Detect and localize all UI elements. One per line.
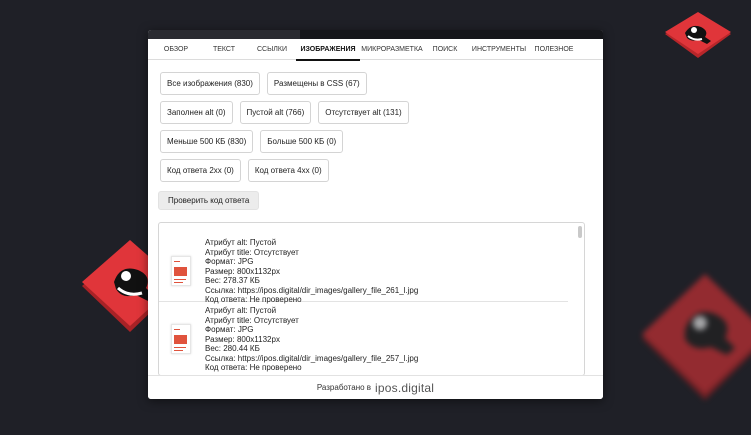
tab-tools[interactable]: Инструменты (466, 39, 532, 60)
tab-text[interactable]: Текст (200, 39, 248, 60)
list-item: Атрибут alt: Пустой Атрибут title: Отсут… (159, 223, 568, 304)
logo-icon-bottom-right (640, 268, 751, 408)
check-response-code-button[interactable]: Проверить код ответа (158, 191, 260, 210)
tab-useful[interactable]: Полезное (532, 39, 576, 60)
image-thumbnail[interactable] (171, 256, 191, 286)
brand-logo[interactable]: ipos.digital (375, 381, 434, 395)
filter-all-images-button[interactable]: Все изображения (830) (160, 72, 260, 95)
image-dimensions: Размер: 800x1132px (205, 334, 280, 344)
image-filters: Все изображения (830) Размещены в CSS (6… (160, 72, 409, 188)
image-weight: Вес: 278.37 КБ (205, 276, 260, 285)
filter-alt-empty-button[interactable]: Пустой alt (766) (239, 101, 312, 124)
filter-over-500kb-button[interactable]: Больше 500 КБ (0) (260, 130, 344, 153)
image-results-list[interactable]: Атрибут alt: Пустой Атрибут title: Отсут… (158, 222, 585, 376)
alt-attribute: Атрибут alt: Пустой (205, 306, 277, 315)
extension-popup: Обзор Текст Ссылки Изображения Микроразм… (148, 30, 603, 399)
image-format: Формат: JPG (205, 257, 254, 266)
filter-code-4xx-button[interactable]: Код ответа 4xx (0) (247, 159, 329, 182)
image-format: Формат: JPG (205, 325, 254, 334)
tab-search[interactable]: Поиск (424, 39, 466, 60)
results-scrollbar[interactable] (578, 226, 582, 375)
alt-attribute: Атрибут alt: Пустой (205, 238, 277, 247)
filter-alt-filled-button[interactable]: Заполнен alt (0) (160, 101, 233, 124)
tab-bar: Обзор Текст Ссылки Изображения Микроразм… (148, 39, 603, 61)
image-thumbnail[interactable] (171, 324, 191, 354)
response-code: Код ответа: Не проверено (205, 363, 302, 372)
image-link[interactable]: Ссылка: https://ipos.digital/dir_images/… (205, 354, 418, 364)
list-item: Атрибут alt: Пустой Атрибут title: Отсут… (159, 302, 568, 375)
filter-code-2xx-button[interactable]: Код ответа 2xx (0) (160, 159, 241, 182)
footer-label: Разработано в (316, 383, 372, 392)
tab-microdata[interactable]: Микроразметка (360, 39, 424, 60)
tab-overview[interactable]: Обзор (152, 39, 200, 60)
image-dimensions: Размер: 800x1132px (205, 266, 280, 276)
filter-in-css-button[interactable]: Размещены в CSS (67) (266, 72, 367, 95)
popup-footer: Разработано в ipos.digital (148, 375, 603, 399)
title-attribute: Атрибут title: Отсутствует (205, 315, 299, 325)
image-link[interactable]: Ссылка: https://ipos.digital/dir_images/… (205, 286, 418, 296)
logo-icon-top-right (663, 12, 733, 62)
filter-alt-missing-button[interactable]: Отсутствует alt (131) (318, 101, 409, 124)
tab-links[interactable]: Ссылки (248, 39, 296, 60)
image-weight: Вес: 280.44 КБ (205, 344, 260, 353)
filter-under-500kb-button[interactable]: Меньше 500 КБ (830) (160, 130, 254, 153)
title-attribute: Атрибут title: Отсутствует (205, 247, 299, 257)
tab-images[interactable]: Изображения (296, 39, 360, 61)
